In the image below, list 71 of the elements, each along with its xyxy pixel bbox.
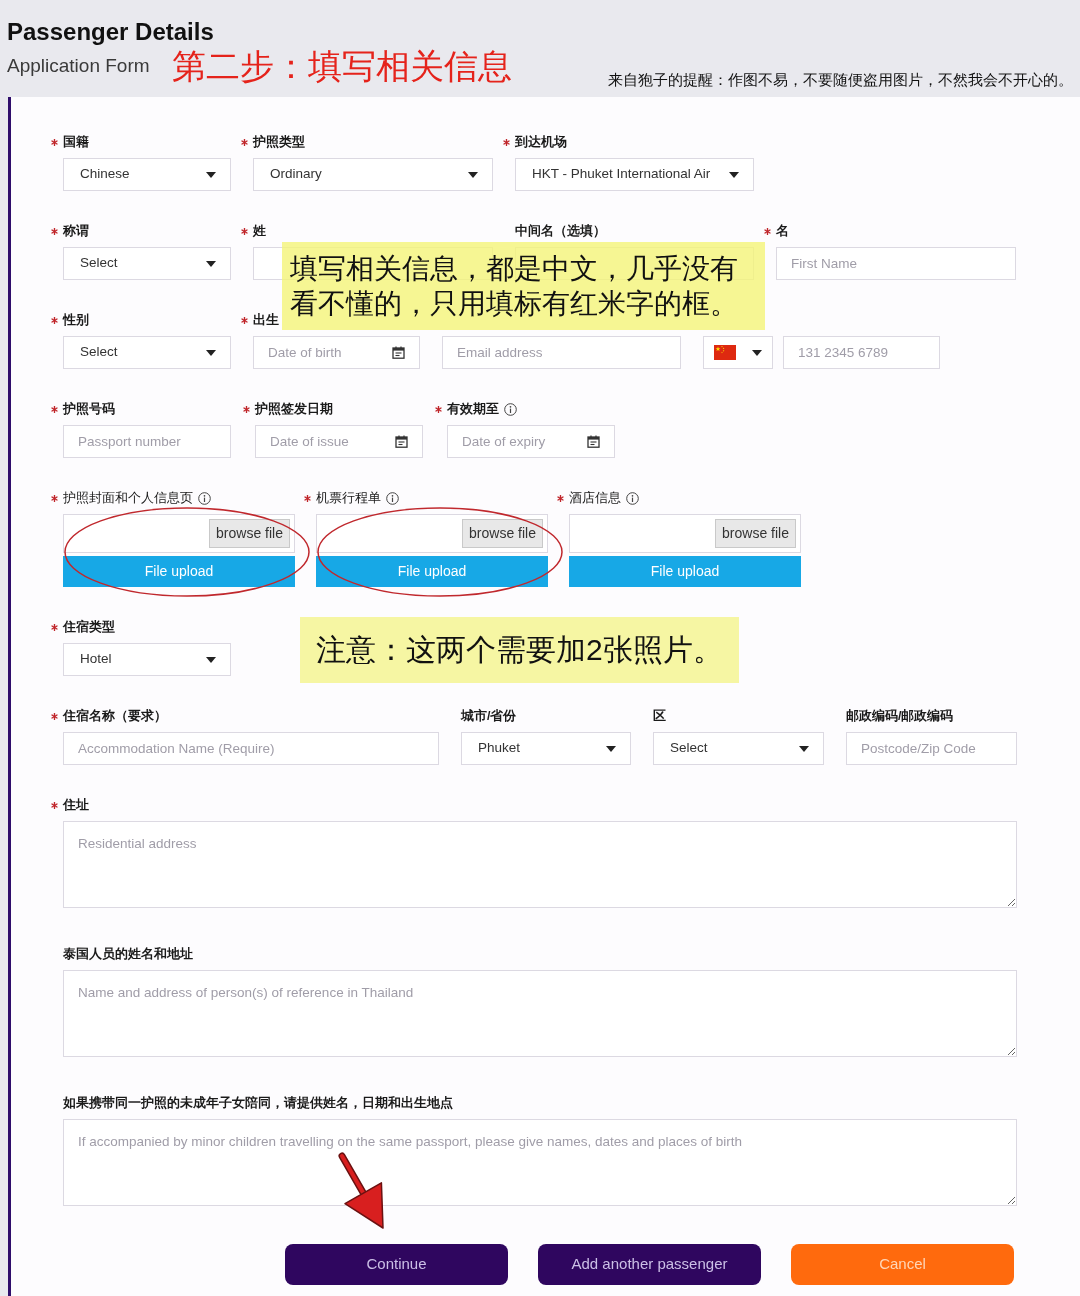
text-area[interactable]: If accompanied by minor children travelling on the same passport, please give names, dates and places of birth xyxy=(63,1119,1017,1206)
field-label: 国籍 xyxy=(63,134,89,152)
dropdown[interactable]: Select xyxy=(653,732,824,765)
browse-button[interactable]: browse file xyxy=(462,519,543,548)
dropdown[interactable]: Select xyxy=(63,247,231,280)
field-label: 住址 xyxy=(63,797,89,815)
text-area[interactable]: Residential address xyxy=(63,821,1017,908)
browse-button[interactable]: browse file xyxy=(209,519,290,548)
field-label: 称谓 xyxy=(63,223,89,241)
calendar-icon xyxy=(587,435,600,448)
caret-icon xyxy=(206,656,216,663)
field-label: 护照封面和个人信息页 xyxy=(63,490,193,508)
country-dropdown[interactable] xyxy=(703,336,773,369)
caret-icon xyxy=(206,260,216,267)
page-title: Passenger Details xyxy=(7,18,214,46)
field-label: 住宿名称（要求） xyxy=(63,707,167,726)
dropdown[interactable]: Select xyxy=(63,336,231,369)
field-label: 住宿类型 xyxy=(63,618,115,637)
annotation-tooltip: 填写相关信息，都是中文，几乎没有看不懂的，只用填标有红米字的框。 xyxy=(282,242,765,330)
field-label: 性别 xyxy=(63,312,89,330)
caret-icon xyxy=(606,745,616,752)
text-field[interactable]: Email address xyxy=(442,336,681,369)
field-label: 区 xyxy=(653,708,666,726)
flag-icon xyxy=(714,345,736,360)
browse-button[interactable]: browse file xyxy=(715,519,796,548)
dropdown[interactable]: Hotel xyxy=(63,643,231,676)
caret-icon xyxy=(206,349,216,356)
date-field[interactable]: Date of birth xyxy=(253,336,420,369)
page-subtitle: Application Form xyxy=(7,54,150,78)
dropdown[interactable]: Chinese xyxy=(63,158,231,191)
date-field[interactable]: Date of expiry xyxy=(447,425,615,458)
caret-icon xyxy=(752,349,762,356)
text-area[interactable]: Name and address of person(s) of reference in Thailand xyxy=(63,970,1017,1057)
annotation-text: 第二步：填写相关信息 xyxy=(171,47,512,85)
text-field[interactable]: Passport number xyxy=(63,425,231,458)
dropdown[interactable]: Phuket xyxy=(461,732,631,765)
field-label: 邮政编码/邮政编码 xyxy=(846,708,954,726)
calendar-icon xyxy=(392,346,405,359)
text-field[interactable]: Postcode/Zip Code xyxy=(846,732,1017,765)
annotation-note: 注意：这两个需要加2张照片。 xyxy=(300,617,739,683)
file-field[interactable]: browse file xyxy=(316,514,548,553)
caret-icon xyxy=(468,171,478,178)
file-field[interactable]: browse file xyxy=(63,514,295,553)
phone-field[interactable]: 131 2345 6789 xyxy=(783,336,940,369)
field-label: 有效期至 xyxy=(447,401,499,419)
field-label: 泰国人员的姓名和地址 xyxy=(63,946,193,964)
dropdown[interactable]: Ordinary xyxy=(253,158,493,191)
caret-icon xyxy=(729,171,739,178)
field-label: 护照签发日期 xyxy=(255,401,333,419)
text-field[interactable]: First Name xyxy=(776,247,1016,280)
field-label: 酒店信息 xyxy=(569,490,621,508)
continue-button[interactable]: Continue xyxy=(285,1244,508,1285)
field-label: 出生 xyxy=(253,312,279,330)
field-label: 名 xyxy=(776,223,789,241)
dropdown[interactable]: HKT - Phuket International Air xyxy=(515,158,754,191)
text-field[interactable]: Accommodation Name (Require) xyxy=(63,732,439,765)
field-label: 护照号码 xyxy=(63,401,115,419)
field-label: 到达机场 xyxy=(515,134,567,152)
add-passenger-button[interactable]: Add another passenger xyxy=(538,1244,761,1285)
file-field[interactable]: browse file xyxy=(569,514,801,553)
author-note: 来自狍子的提醒：作图不易，不要随便盗用图片，不然我会不开心的。 xyxy=(608,71,1073,89)
caret-icon xyxy=(206,171,216,178)
date-field[interactable]: Date of issue xyxy=(255,425,423,458)
field-label: 如果携带同一护照的未成年子女陪同，请提供姓名，日期和出生地点 xyxy=(63,1095,453,1113)
field-label: 中间名（选填） xyxy=(515,223,606,241)
calendar-icon xyxy=(395,435,408,448)
field-label: 姓 xyxy=(253,223,266,241)
field-label: 机票行程单 xyxy=(316,490,381,508)
field-label: 护照类型 xyxy=(253,134,305,152)
caret-icon xyxy=(799,745,809,752)
field-label: 城市/省份 xyxy=(461,708,517,726)
